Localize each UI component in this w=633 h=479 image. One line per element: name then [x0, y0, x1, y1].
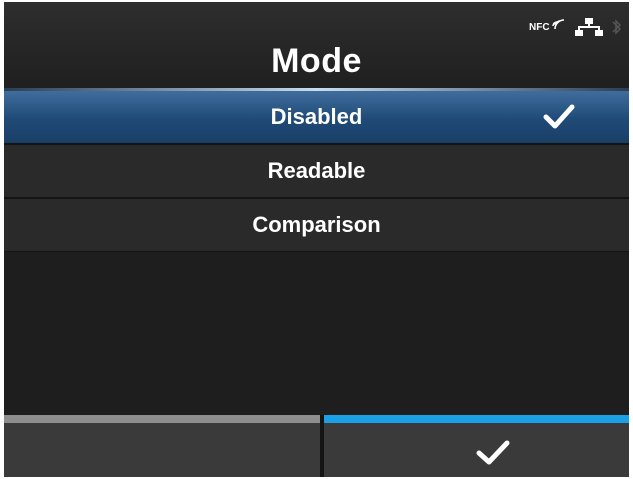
footer-left-indicator — [4, 415, 320, 423]
confirm-button[interactable] — [324, 415, 629, 477]
option-readable[interactable]: Readable — [4, 145, 629, 199]
header: Mode NFC — [4, 2, 629, 91]
network-icon — [575, 18, 603, 36]
option-label: Disabled — [270, 104, 363, 129]
page-title: Mode — [271, 42, 362, 80]
checkmark-icon — [476, 440, 510, 465]
option-disabled[interactable]: Disabled — [4, 91, 629, 145]
checkmark-icon — [543, 104, 575, 129]
nfc-icon: NFC — [529, 16, 567, 36]
option-label: Readable — [267, 158, 366, 183]
list-empty-area — [4, 252, 629, 415]
nfc-label: NFC — [529, 22, 550, 33]
bluetooth-icon — [612, 19, 622, 35]
footer-left-button — [4, 415, 320, 477]
option-label: Comparison — [252, 212, 381, 237]
footer-right-indicator — [324, 415, 629, 423]
option-comparison[interactable]: Comparison — [4, 199, 629, 253]
printer-screen: Mode NFC Disabled Readable Comparison — [4, 2, 629, 477]
